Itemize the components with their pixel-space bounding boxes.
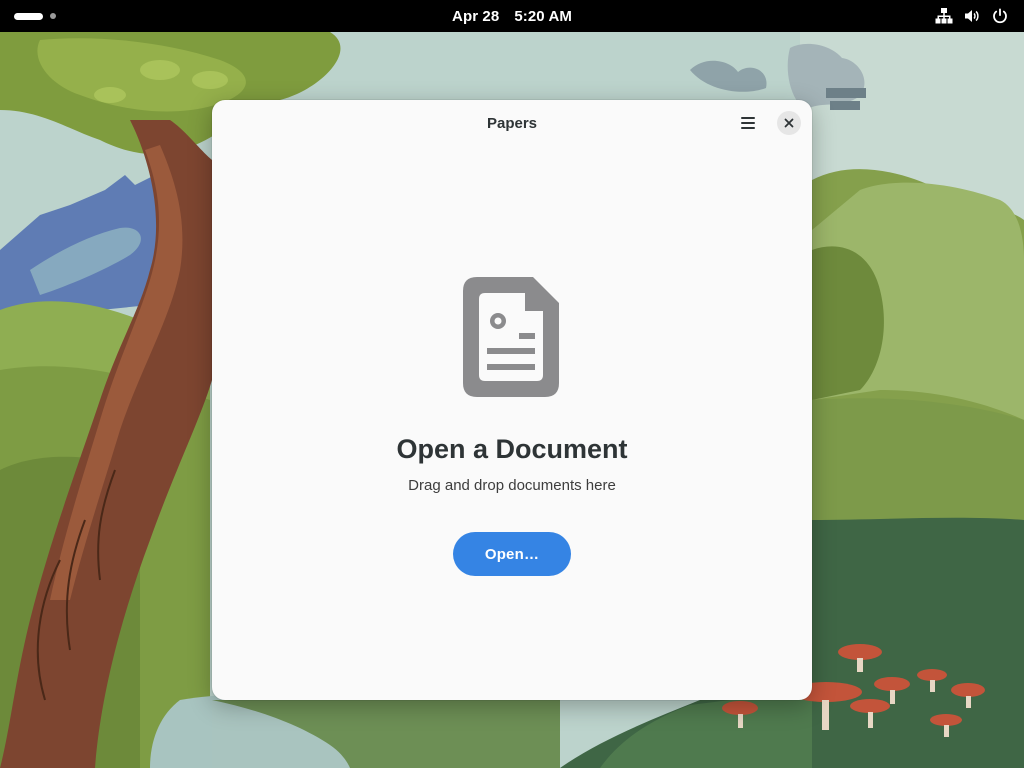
volume-icon <box>965 10 979 22</box>
header-bar[interactable]: Papers <box>212 100 812 146</box>
clock-date: Apr 28 <box>452 7 500 25</box>
papers-window: Papers Open a Document Drag and drop doc… <box>212 100 812 700</box>
network-wired-icon <box>935 8 953 24</box>
open-document-button[interactable]: Open… <box>453 532 571 576</box>
top-bar: Apr 28 5:20 AM <box>0 0 1024 32</box>
close-icon <box>784 118 794 128</box>
system-tray[interactable] <box>935 7 1009 25</box>
main-menu-button[interactable] <box>732 108 764 138</box>
power-icon <box>993 8 1007 24</box>
hamburger-menu-icon <box>741 117 755 129</box>
desktop: Apr 28 5:20 AM Papers Open a Document Dr… <box>0 0 1024 768</box>
status-title: Open a Document <box>396 434 628 464</box>
clock-button[interactable]: Apr 28 5:20 AM <box>0 0 1024 32</box>
empty-status-page: Open a Document Drag and drop documents … <box>212 146 812 700</box>
clock-time: 5:20 AM <box>514 7 572 25</box>
status-description: Drag and drop documents here <box>408 477 616 494</box>
close-button[interactable] <box>777 111 801 135</box>
document-icon <box>463 277 559 397</box>
window-title: Papers <box>486 114 538 132</box>
